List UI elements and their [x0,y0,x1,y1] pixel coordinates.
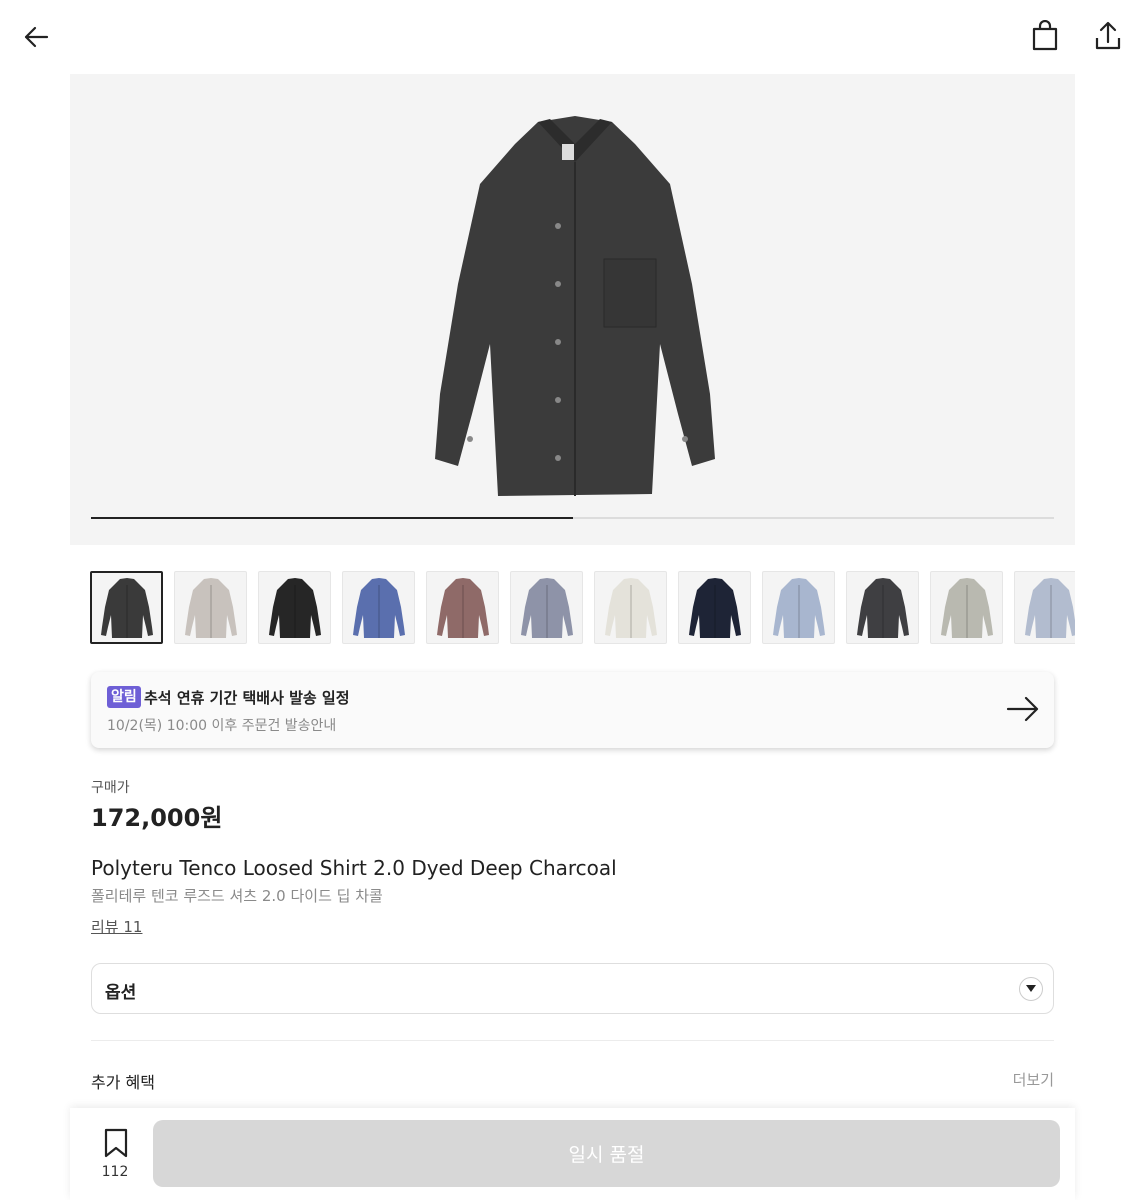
thumbnail-light-greige[interactable] [174,571,247,644]
thumbnail-light-blue[interactable] [762,571,835,644]
bookmark-count: 112 [101,1164,129,1180]
caret-down-icon [1019,977,1043,1001]
benefits-label: 추가 혜택 [91,1073,155,1092]
option-label: 옵션 [105,983,137,1003]
arrow-left-icon [21,22,51,52]
product-name-ko: 폴리테루 텐코 루즈드 셔츠 2.0 다이드 딥 차콜 [91,887,383,905]
thumbnail-deep-charcoal[interactable] [90,571,163,644]
thumbnail-image [184,577,237,638]
shopping-bag-icon [1030,20,1060,52]
bookmark-icon [103,1128,129,1162]
thumbnail-dusty-brown[interactable] [426,571,499,644]
thumbnail-image [1024,577,1075,638]
thumbnail-image [352,577,405,638]
thumbnail-image [100,577,153,638]
share-button[interactable] [1088,16,1128,56]
thumbnail-grey-blue-stripe[interactable] [510,571,583,644]
arrow-right-icon [1006,694,1040,728]
back-button[interactable] [16,17,56,57]
thumbnail-image [856,577,909,638]
shopping-bag-button[interactable] [1025,16,1065,56]
share-upload-icon [1093,20,1123,52]
thumbnail-image [688,577,741,638]
image-progress-fill [91,517,573,519]
price: 172,000원 [91,804,223,832]
shipping-notice-banner[interactable]: 알림 추석 연휴 기간 택배사 발송 일정 10/2(목) 10:00 이후 주… [91,672,1054,748]
thumbnail-image [604,577,657,638]
thumbnail-image [268,577,321,638]
thumbnail-image [772,577,825,638]
top-bar [0,0,1145,74]
section-divider [91,1040,1054,1041]
product-image-viewer[interactable] [70,74,1075,545]
bottom-action-bar: 112 일시 품절 [70,1108,1075,1200]
product-main-image [435,116,715,496]
soldout-button[interactable]: 일시 품절 [153,1120,1060,1187]
thumbnail-black[interactable] [258,571,331,644]
thumbnail-blue[interactable] [342,571,415,644]
notice-title: 추석 연휴 기간 택배사 발송 일정 [144,689,350,707]
review-link[interactable]: 리뷰 11 [91,916,142,937]
thumbnail-strip [90,571,1075,645]
option-select[interactable]: 옵션 [91,963,1054,1014]
thumbnail-image [436,577,489,638]
thumbnail-charcoal-2[interactable] [846,571,919,644]
thumbnail-pale-blue[interactable] [1014,571,1075,644]
thumbnail-image [940,577,993,638]
notice-subtitle: 10/2(목) 10:00 이후 주문건 발송안내 [107,718,337,734]
bookmark-button[interactable]: 112 [94,1128,136,1188]
price-label: 구매가 [91,780,130,796]
thumbnail-image [520,577,573,638]
benefits-more-link[interactable]: 더보기 [1013,1069,1054,1090]
thumbnail-sage-grey[interactable] [930,571,1003,644]
notice-badge: 알림 [107,686,141,708]
product-name-en: Polyteru Tenco Loosed Shirt 2.0 Dyed Dee… [91,856,617,880]
thumbnail-navy[interactable] [678,571,751,644]
thumbnail-ivory[interactable] [594,571,667,644]
image-progress-track [91,517,1054,519]
